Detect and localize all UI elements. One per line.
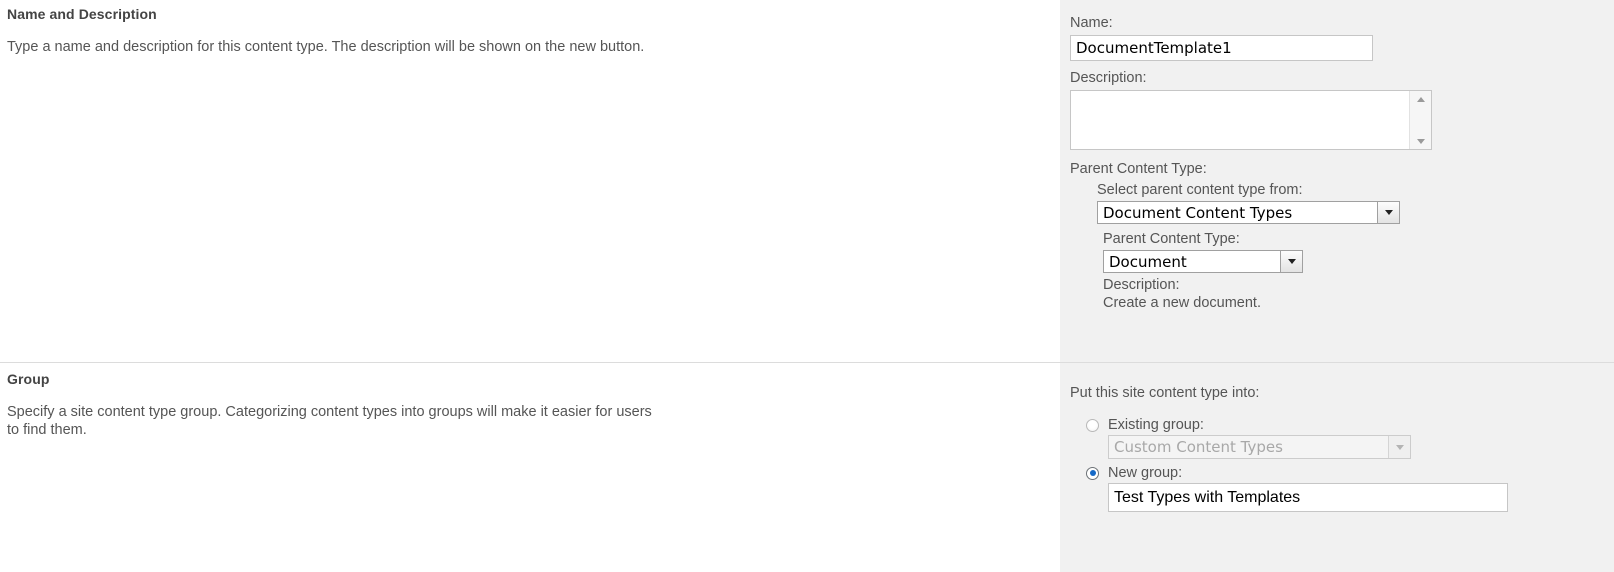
parent-source-select[interactable]: Document Content Types [1097, 201, 1400, 224]
new-group-input[interactable] [1108, 483, 1508, 512]
section-divider [0, 362, 1614, 363]
existing-group-select: Custom Content Types [1108, 435, 1411, 459]
name-description-section-info: Name and Description Type a name and des… [7, 6, 707, 56]
parent-type-description-label: Description: [1103, 277, 1180, 293]
name-label: Name: [1070, 15, 1113, 31]
select-parent-source-label: Select parent content type from: [1097, 182, 1303, 198]
triangle-up-icon[interactable] [1410, 91, 1431, 107]
description-textarea-wrapper [1070, 90, 1432, 150]
group-section-info: Group Specify a site content type group.… [7, 371, 707, 439]
existing-group-select-value: Custom Content Types [1114, 438, 1283, 456]
new-group-radio[interactable] [1086, 466, 1099, 480]
name-description-fields: Name: Description: Parent Content Type: … [1070, 14, 1432, 312]
name-input[interactable] [1070, 35, 1373, 61]
existing-group-radio-row[interactable]: Existing group: [1086, 417, 1508, 433]
parent-content-type-group: Select parent content type from: Documen… [1097, 181, 1432, 312]
description-textarea[interactable] [1071, 91, 1411, 149]
existing-group-label: Existing group: [1108, 417, 1204, 433]
group-fields: Put this site content type into: Existin… [1070, 384, 1508, 512]
description-scrollbar[interactable] [1409, 91, 1431, 149]
chevron-down-icon[interactable] [1280, 251, 1302, 272]
new-group-label: New group: [1108, 465, 1183, 481]
existing-group-radio[interactable] [1086, 418, 1099, 432]
parent-type-label: Parent Content Type: [1103, 231, 1240, 247]
parent-content-type-label: Parent Content Type: [1070, 161, 1207, 177]
parent-source-select-value: Document Content Types [1103, 203, 1293, 222]
parent-type-select[interactable]: Document [1103, 250, 1303, 273]
chevron-down-icon [1388, 436, 1410, 458]
chevron-down-icon[interactable] [1377, 202, 1399, 223]
group-section-title: Group [7, 371, 50, 387]
content-type-settings-page: Name and Description Type a name and des… [0, 0, 1614, 572]
new-group-radio-row[interactable]: New group: [1086, 465, 1508, 481]
triangle-down-icon[interactable] [1410, 133, 1431, 149]
description-label: Description: [1070, 70, 1147, 86]
group-section-description: Specify a site content type group. Categ… [7, 404, 652, 438]
put-into-label: Put this site content type into: [1070, 385, 1260, 401]
parent-type-description-value: Create a new document. [1103, 295, 1261, 311]
name-description-section-title: Name and Description [7, 6, 157, 22]
group-options: Existing group: Custom Content Types New… [1086, 417, 1508, 512]
parent-type-group: Parent Content Type: Document Descriptio… [1103, 230, 1432, 312]
name-description-section-description: Type a name and description for this con… [7, 39, 645, 55]
parent-type-select-value: Document [1109, 252, 1187, 271]
